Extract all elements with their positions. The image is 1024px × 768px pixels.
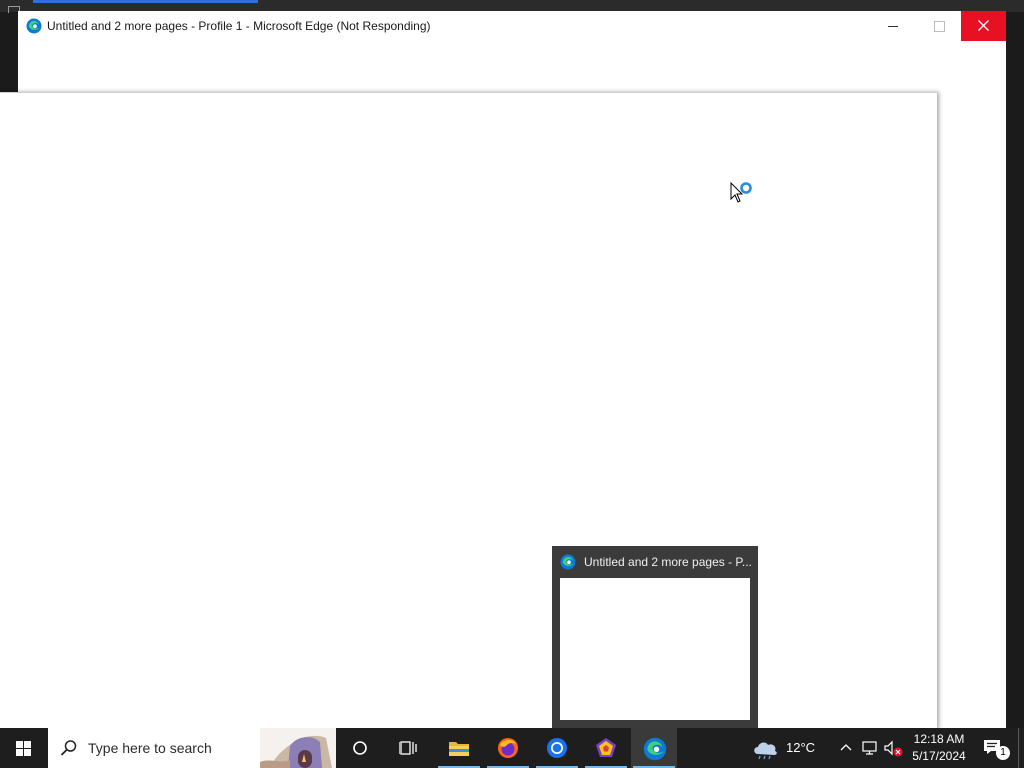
close-icon	[978, 20, 989, 31]
preview-title: Untitled and 2 more pages - P...	[584, 555, 752, 569]
clock-time: 12:18 AM	[913, 732, 965, 746]
preview-thumbnail[interactable]	[560, 578, 750, 720]
taskbar-firefox[interactable]	[485, 728, 531, 768]
search-placeholder: Type here to search	[88, 740, 212, 756]
minimize-button[interactable]	[870, 11, 916, 41]
unresponsive-page-content	[0, 92, 937, 729]
chrome-icon	[547, 738, 567, 758]
app-icon	[596, 738, 616, 757]
network-icon[interactable]	[862, 740, 878, 756]
edge-icon	[643, 737, 667, 761]
file-explorer-icon	[449, 742, 469, 756]
taskbar-chrome[interactable]	[534, 728, 580, 768]
edge-icon	[26, 18, 42, 34]
search-icon	[60, 740, 77, 756]
taskbar-app[interactable]	[583, 728, 629, 768]
edge-icon	[560, 554, 576, 570]
windows-logo-icon	[16, 741, 32, 756]
maximize-button[interactable]	[916, 11, 962, 41]
taskbar: Type here to search 12°C 12:18 AM 5/17/2…	[0, 728, 1024, 768]
clock-date: 5/17/2024	[912, 749, 966, 763]
cortana-icon	[353, 741, 367, 755]
search-highlight-illustration	[260, 728, 336, 768]
taskbar-thumbnail-preview[interactable]: Untitled and 2 more pages - P...	[552, 546, 758, 728]
system-tray	[834, 728, 906, 768]
show-desktop-button[interactable]	[1018, 728, 1024, 768]
taskbar-clock[interactable]: 12:18 AM 5/17/2024	[906, 728, 972, 768]
cortana-button[interactable]	[340, 728, 380, 768]
title-bar[interactable]: Untitled and 2 more pages - Profile 1 - …	[18, 11, 1006, 41]
close-button[interactable]	[961, 11, 1006, 41]
start-button[interactable]	[0, 728, 48, 768]
firefox-icon	[498, 738, 518, 758]
taskbar-edge[interactable]	[631, 728, 677, 768]
notification-count-badge: 1	[996, 746, 1010, 760]
weather-widget[interactable]: 12°C	[748, 728, 818, 768]
busy-cursor-icon	[730, 182, 752, 203]
volume-muted-icon[interactable]	[884, 740, 904, 758]
taskbar-file-explorer[interactable]	[436, 728, 482, 768]
chevron-up-icon[interactable]	[840, 743, 852, 751]
taskbar-search-box[interactable]: Type here to search	[48, 728, 336, 768]
window-title: Untitled and 2 more pages - Profile 1 - …	[47, 19, 431, 33]
tab-accent	[33, 0, 258, 3]
task-view-icon	[399, 741, 417, 755]
task-view-button[interactable]	[386, 728, 430, 768]
cloud-rain-icon	[754, 742, 777, 760]
weather-temperature: 12°C	[786, 740, 816, 755]
action-center-button[interactable]: 1	[978, 728, 1018, 768]
